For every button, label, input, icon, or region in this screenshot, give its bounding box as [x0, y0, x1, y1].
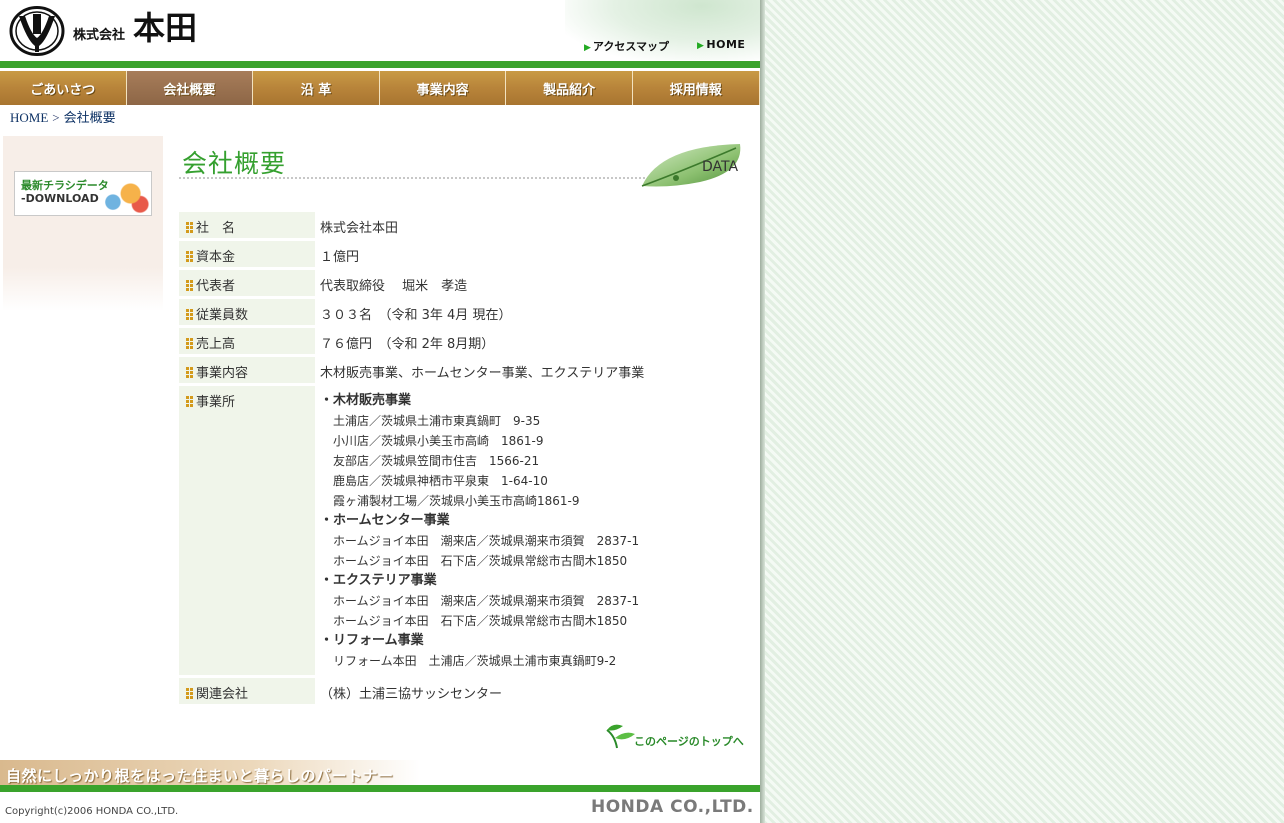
main-nav: ごあいさつ 会社概要 沿 革 事業内容 製品紹介 採用情報 — [0, 71, 760, 105]
row-label-cell: 従業員数 — [179, 299, 315, 325]
table-row: 従業員数 ３０３名 （令和 3年 4月 現在） — [179, 299, 749, 325]
row-label-cell: 資本金 — [179, 241, 315, 267]
row-label: 従業員数 — [196, 308, 249, 323]
sprout-icon — [606, 724, 635, 749]
bullet-dots-icon — [186, 222, 193, 233]
data-badge: DATA — [702, 159, 739, 175]
bullet-dots-icon — [186, 396, 193, 407]
table-row: 売上高 ７６億円 （令和 2年 8月期） — [179, 328, 749, 354]
page-shadow — [760, 0, 765, 823]
row-label: 社 名 — [196, 221, 236, 236]
row-value: （株）土浦三協サッシセンター — [320, 687, 503, 702]
arrow-right-icon: ▶ — [584, 43, 591, 53]
access-map-label: アクセスマップ — [592, 40, 670, 53]
office-line: リフォーム本田 土浦店／茨城県土浦市東真鍋町9-2 — [333, 654, 617, 668]
row-label-cell: 社 名 — [179, 212, 315, 238]
row-label: 事業所 — [196, 395, 236, 410]
row-label-cell: 関連会社 — [179, 678, 315, 704]
office-line: 霞ヶ浦製材工場／茨城県小美玉市高崎1861-9 — [333, 494, 580, 508]
table-row: 代表者 代表取締役 堀米 孝造 — [179, 270, 749, 296]
table-row: 事業内容 木材販売事業、ホームセンター事業、エクステリア事業 — [179, 357, 749, 383]
breadcrumb-home-link[interactable]: HOME — [10, 110, 48, 125]
row-value: １億円 — [320, 250, 360, 265]
row-value: ７６億円 （令和 2年 8月期） — [320, 337, 495, 352]
row-label-cell: 事業内容 — [179, 357, 315, 383]
office-line: ホームジョイ本田 石下店／茨城県常総市古間木1850 — [333, 614, 628, 628]
table-row: 資本金 １億円 — [179, 241, 749, 267]
logo-kabushiki-text: 株式会社 — [73, 28, 126, 43]
table-row-offices: 事業所 ・木材販売事業 土浦店／茨城県土浦市東真鍋町 9-35 小川店／茨城県小… — [179, 386, 749, 675]
row-label: 売上高 — [196, 337, 236, 352]
office-group-heading: ・木材販売事業 — [320, 393, 412, 408]
nav-item-company-overview[interactable]: 会社概要 — [126, 71, 254, 105]
home-link[interactable]: ▶ HOME — [697, 38, 745, 51]
footer-slogan: 自然にしっかり根をはった住まいと暮らしのパートナー — [6, 767, 394, 785]
office-line: 友部店／茨城県笠間市住吉 1566-21 — [333, 454, 540, 468]
breadcrumb: HOME > 会社概要 — [10, 107, 116, 126]
bullet-dots-icon — [186, 251, 193, 262]
row-label: 資本金 — [196, 250, 236, 265]
bullet-dots-icon — [186, 688, 193, 699]
sidebar: 最新チラシデータ -DOWNLOAD — [3, 136, 163, 311]
office-group-heading: ・リフォーム事業 — [320, 633, 424, 648]
row-label-cell: 代表者 — [179, 270, 315, 296]
flyer-download-title: 最新チラシデータ — [21, 179, 109, 192]
footer-brand-logo: HONDA CO.,LTD. — [591, 797, 754, 817]
row-label: 事業内容 — [196, 366, 249, 381]
nav-item-history[interactable]: 沿 革 — [253, 71, 380, 105]
office-line: 小川店／茨城県小美玉市高崎 1861-9 — [333, 434, 544, 448]
flyer-download-banner[interactable]: 最新チラシデータ -DOWNLOAD — [14, 171, 152, 216]
office-line: ホームジョイ本田 石下店／茨城県常総市古間木1850 — [333, 554, 628, 568]
bullet-dots-icon — [186, 338, 193, 349]
office-group-heading: ・エクステリア事業 — [320, 573, 437, 588]
page-title: 会社概要 — [182, 149, 287, 178]
nav-item-greeting[interactable]: ごあいさつ — [0, 71, 127, 105]
page-top-label: このページのトップへ — [634, 735, 744, 748]
bullet-dots-icon — [186, 309, 193, 320]
office-line: 土浦店／茨城県土浦市東真鍋町 9-35 — [333, 414, 541, 428]
row-value: 木材販売事業、ホームセンター事業、エクステリア事業 — [320, 366, 645, 381]
arrow-right-icon: ▶ — [697, 41, 705, 51]
office-line: ホームジョイ本田 潮来店／茨城県潮来市須賀 2837-1 — [333, 534, 640, 548]
header-divider — [0, 61, 760, 68]
nav-item-recruit[interactable]: 採用情報 — [632, 71, 760, 105]
nav-item-business[interactable]: 事業内容 — [379, 71, 507, 105]
breadcrumb-current[interactable]: 会社概要 — [64, 110, 116, 125]
page-container: 株式会社 本田 ▶ アクセスマップ ▶ HOME ごあいさつ 会社概要 沿 革 事業… — [0, 0, 760, 823]
title-divider — [179, 177, 649, 179]
office-group-heading: ・ホームセンター事業 — [320, 513, 450, 528]
table-row: 社 名 株式会社本田 — [179, 212, 749, 238]
nav-item-products[interactable]: 製品紹介 — [506, 71, 633, 105]
office-line: ホームジョイ本田 潮来店／茨城県潮来市須賀 2837-1 — [333, 594, 640, 608]
offices-list: ・木材販売事業 土浦店／茨城県土浦市東真鍋町 9-35 小川店／茨城県小美玉市高… — [315, 386, 749, 675]
company-logo-icon[interactable] — [9, 6, 65, 56]
row-value: 代表取締役 堀米 孝造 — [320, 279, 468, 294]
company-info-table: 社 名 株式会社本田 資本金 １億円 代表者 代表取締役 堀米 孝造 従業員数 … — [179, 209, 749, 707]
row-label: 代表者 — [196, 279, 236, 294]
copyright-text: Copyright(c)2006 HONDA CO.,LTD. — [5, 806, 179, 817]
row-value: ３０３名 （令和 3年 4月 現在） — [320, 308, 512, 323]
home-link-label: HOME — [706, 38, 746, 51]
flyer-download-subtitle: -DOWNLOAD — [21, 192, 99, 205]
table-row: 関連会社 （株）土浦三協サッシセンター — [179, 678, 749, 704]
breadcrumb-separator: > — [52, 110, 60, 125]
access-map-link[interactable]: ▶ アクセスマップ — [584, 38, 669, 54]
row-label-cell: 事業所 — [179, 386, 315, 675]
page-top-link[interactable]: このページのトップへ — [603, 722, 744, 754]
row-value: 株式会社本田 — [320, 221, 399, 236]
row-label: 関連会社 — [196, 687, 249, 702]
bullet-dots-icon — [186, 367, 193, 378]
bullet-dots-icon — [186, 280, 193, 291]
logo-company-name[interactable]: 本田 — [133, 10, 197, 46]
footer-divider — [0, 785, 760, 792]
row-label-cell: 売上高 — [179, 328, 315, 354]
office-line: 鹿島店／茨城県神栖市平泉東 1-64-10 — [333, 474, 548, 488]
